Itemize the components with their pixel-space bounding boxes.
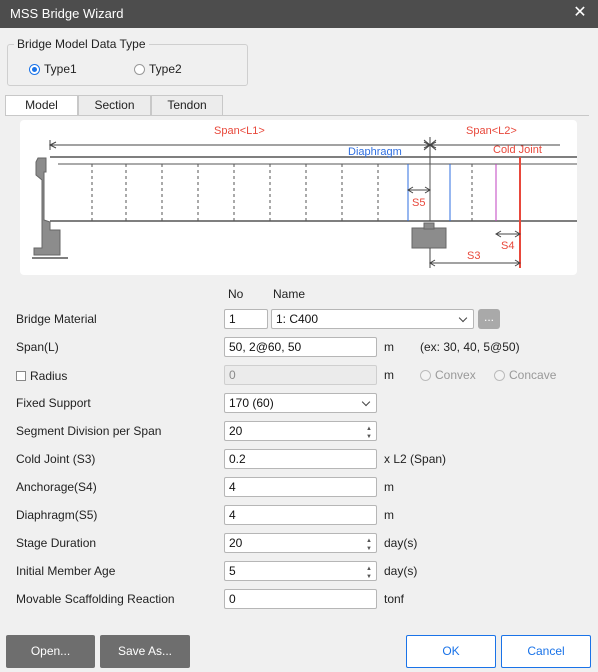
s3-label: S3	[467, 250, 481, 262]
radio-convex[interactable]: Convex	[420, 368, 476, 382]
span-unit: m	[384, 340, 394, 354]
segment-dividers	[91, 164, 473, 221]
stage-duration-value: 20	[229, 536, 243, 550]
pier-shoe	[423, 222, 435, 230]
pier-bearing	[411, 227, 447, 249]
diaphragm-input[interactable]: 4	[224, 505, 377, 525]
segment-division-stepper[interactable]: 20	[224, 421, 377, 444]
bridge-material-more-button[interactable]: ...	[478, 309, 500, 329]
cold-joint-unit: x L2 (Span)	[384, 452, 447, 466]
radius-checkbox[interactable]: Radius	[16, 369, 67, 383]
radius-unit: m	[384, 368, 394, 382]
span-hint: (ex: 30, 40, 5@50)	[420, 340, 520, 354]
span2-label: Span<L2>	[466, 125, 517, 137]
initial-member-age-unit: day(s)	[384, 564, 418, 578]
span-label: Span(L)	[16, 340, 59, 354]
tab-model[interactable]: Model	[5, 95, 78, 116]
cold-joint-input[interactable]: 0.2	[224, 449, 377, 469]
bridge-material-label: Bridge Material	[16, 312, 97, 326]
abutment-shape	[33, 157, 61, 256]
open-button[interactable]: Open...	[6, 635, 95, 668]
cold-joint-field-label: Cold Joint (S3)	[16, 452, 96, 466]
movable-scaffolding-unit: tonf	[384, 592, 405, 606]
bridge-material-select-value: 1: C400	[276, 312, 319, 326]
stage-duration-label: Stage Duration	[16, 536, 97, 550]
tab-bar: Model Section Tendon	[5, 95, 223, 116]
radio-concave-label: Concave	[509, 368, 557, 382]
span-input[interactable]: 50, 2@60, 50	[224, 337, 377, 357]
ok-button[interactable]: OK	[406, 635, 496, 668]
bridge-material-select[interactable]: 1: C400	[271, 309, 474, 329]
save-as-button[interactable]: Save As...	[100, 635, 190, 668]
fixed-support-label: Fixed Support	[16, 396, 91, 410]
column-header-name: Name	[273, 287, 306, 301]
radio-convex-label: Convex	[435, 368, 476, 382]
segment-division-label: Segment Division per Span	[16, 424, 162, 438]
close-icon[interactable]: ✕	[572, 4, 588, 22]
data-type-group-title: Bridge Model Data Type	[14, 37, 149, 51]
initial-member-age-label: Initial Member Age	[16, 564, 116, 578]
fixed-support-select[interactable]: 170 (60)	[224, 393, 377, 413]
tab-tendon[interactable]: Tendon	[151, 95, 223, 115]
anchorage-unit: m	[384, 480, 394, 494]
span1-label: Span<L1>	[214, 125, 265, 137]
window-title: MSS Bridge Wizard	[10, 6, 124, 21]
diaphragm-label: Diaphragm	[348, 146, 402, 158]
diaphragm-field-label: Diaphragm(S5)	[16, 508, 98, 522]
tab-section[interactable]: Section	[78, 95, 151, 115]
anchorage-label: Anchorage(S4)	[16, 480, 97, 494]
dialog-footer: Open... Save As... OK Cancel	[0, 627, 598, 672]
radius-checkbox-box	[16, 371, 26, 381]
title-bar: MSS Bridge Wizard ✕	[0, 0, 598, 28]
radio-type1[interactable]: Type1	[29, 62, 77, 76]
radio-type1-label: Type1	[44, 62, 77, 76]
stage-duration-stepper[interactable]: 20	[224, 533, 377, 556]
s5-label: S5	[412, 197, 426, 209]
initial-member-age-stepper[interactable]: 5	[224, 561, 377, 584]
radio-convex-indicator	[420, 369, 431, 381]
stage-duration-unit: day(s)	[384, 536, 418, 550]
s4-label: S4	[501, 240, 515, 252]
radio-type2-indicator	[134, 63, 145, 75]
anchorage-input[interactable]: 4	[224, 477, 377, 497]
radius-checkbox-label: Radius	[30, 369, 68, 383]
column-header-no: No	[228, 287, 244, 301]
radio-type2-label: Type2	[149, 62, 182, 76]
fixed-support-select-value: 170 (60)	[229, 396, 274, 410]
diaphragm-unit: m	[384, 508, 394, 522]
segment-division-value: 20	[229, 424, 243, 438]
movable-scaffolding-label: Movable Scaffolding Reaction	[16, 592, 175, 606]
radio-concave-indicator	[494, 369, 505, 381]
bridge-material-no-input[interactable]: 1	[224, 309, 268, 329]
radio-type2[interactable]: Type2	[134, 62, 182, 76]
radio-type1-indicator	[29, 63, 40, 75]
movable-scaffolding-input[interactable]: 0	[224, 589, 377, 609]
bridge-diagram: Span<L1> Span<L2> Diaphragm Cold Joint S…	[20, 120, 577, 275]
radius-input[interactable]: 0	[224, 365, 377, 385]
cold-joint-label: Cold Joint	[493, 144, 542, 156]
radio-concave[interactable]: Concave	[494, 368, 556, 382]
cancel-button[interactable]: Cancel	[501, 635, 591, 668]
initial-member-age-value: 5	[229, 564, 236, 578]
